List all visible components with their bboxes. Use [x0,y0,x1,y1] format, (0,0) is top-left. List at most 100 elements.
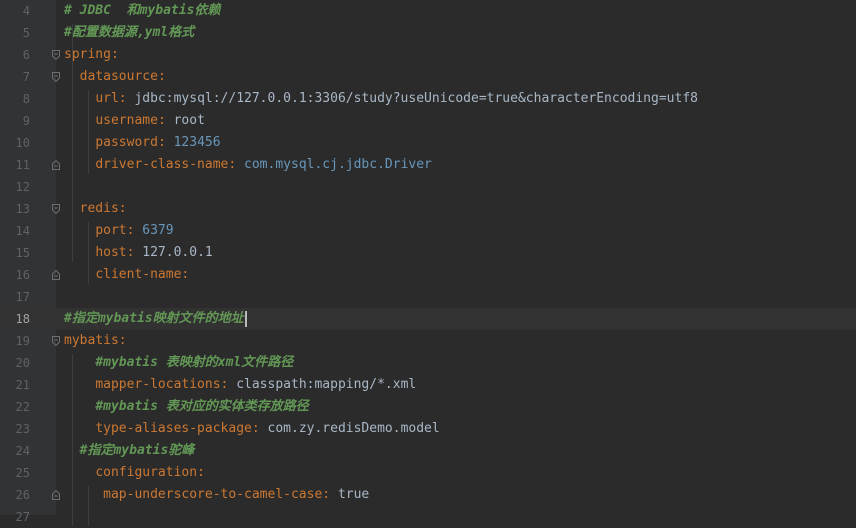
comment-line: # JDBC 和mybatis依赖 [64,0,220,22]
code-line[interactable]: 5 #配置数据源,yml格式 [0,22,856,44]
line-number: 6 [22,48,30,62]
line-number: 15 [15,246,30,260]
yaml-separator: : [110,47,119,62]
yaml-separator: : [118,333,127,348]
yaml-key: datasource [79,69,158,84]
code-line[interactable]: 14 port: 6379 [0,220,856,242]
comment-line: #mybatis 表映射的xml文件路径 [64,352,293,374]
fold-collapse-icon[interactable] [52,204,60,214]
code-line[interactable]: 7 datasource: [0,66,856,88]
code-line[interactable]: 26 map-underscore-to-camel-case: true [0,484,856,506]
yaml-value: com.zy.redisDemo.model [267,421,440,436]
fold-collapse-icon[interactable] [52,50,60,60]
indent-guide [72,354,73,526]
comment-line: #mybatis 表对应的实体类存放路径 [64,396,309,418]
code-line[interactable]: 21 mapper-locations: classpath:mapping/*… [0,374,856,396]
yaml-entry: username: root [64,110,205,132]
comment-text: # JDBC 和mybatis依赖 [64,3,221,18]
code-line[interactable]: 15 host: 127.0.0.1 [0,242,856,264]
yaml-entry: mybatis: [64,330,127,352]
line-number: 21 [15,378,30,392]
code-line[interactable]: 9 username: root [0,110,856,132]
yaml-separator: : [157,69,166,84]
code-line[interactable]: 4 # JDBC 和mybatis依赖 [0,0,856,22]
yaml-value: 6379 [142,223,174,238]
yaml-value: classpath:mapping/*.xml [236,377,417,392]
comment-text: #配置数据源,yml格式 [64,25,195,40]
line-number: 24 [15,444,30,458]
line-number: 12 [15,180,30,194]
comment-text: #指定mybatis驼峰 [79,443,195,458]
fold-end-icon[interactable] [52,270,60,280]
yaml-entry: datasource: [64,66,166,88]
yaml-separator: : [126,223,143,238]
line-number: 14 [15,224,30,238]
yaml-separator: : [126,245,143,260]
yaml-key: type-aliases-package [95,421,252,436]
code-line[interactable]: 27 [0,506,856,528]
indent-guide [88,90,89,174]
yaml-entry: url: jdbc:mysql://127.0.0.1:3306/study?u… [64,88,698,110]
yaml-entry: host: 127.0.0.1 [64,242,212,264]
line-number: 22 [15,400,30,414]
code-line[interactable]: 23 type-aliases-package: com.zy.redisDem… [0,418,856,440]
comment-text: #指定mybatis映射文件的地址 [64,311,244,326]
code-line[interactable]: 19 mybatis: [0,330,856,352]
indent-guide [88,222,89,284]
comment-line: #配置数据源,yml格式 [64,22,194,44]
line-number: 7 [22,70,30,84]
yaml-separator: : [228,157,245,172]
line-number: 13 [15,202,30,216]
yaml-separator: : [251,421,268,436]
yaml-value: 123456 [173,135,221,150]
code-line[interactable]: 13 redis: [0,198,856,220]
code-line[interactable]: 12 [0,176,856,198]
fold-collapse-icon[interactable] [52,336,60,346]
comment-text: #mybatis 表对应的实体类存放路径 [95,399,309,414]
fold-end-icon[interactable] [52,490,60,500]
line-number: 4 [22,4,30,18]
code-line[interactable]: 10 password: 123456 [0,132,856,154]
code-line[interactable]: 25 configuration: [0,462,856,484]
fold-end-icon[interactable] [52,160,60,170]
yaml-separator: : [157,113,174,128]
code-line[interactable]: 20 #mybatis 表映射的xml文件路径 [0,352,856,374]
code-line[interactable]: 22 #mybatis 表对应的实体类存放路径 [0,396,856,418]
line-number: 27 [15,510,30,524]
yaml-key: mapper-locations [95,377,221,392]
yaml-entry: client-name: [64,264,189,286]
code-line[interactable]: 6 spring: [0,44,856,66]
code-editor[interactable]: 4 # JDBC 和mybatis依赖 5 #配置数据源,yml格式 6 spring: 7… [0,0,856,526]
code-line[interactable]: 24 #指定mybatis驼峰 [0,440,856,462]
yaml-value: true [337,487,370,502]
yaml-separator: : [181,267,190,282]
fold-collapse-icon[interactable] [52,72,60,82]
line-number: 23 [15,422,30,436]
code-line[interactable]: 11 driver-class-name: com.mysql.cj.jdbc.… [0,154,856,176]
indent-guide [72,24,73,262]
line-number: 19 [15,334,30,348]
yaml-value: jdbc:mysql://127.0.0.1:3306/study?useUni… [134,91,698,106]
code-line[interactable]: 16 client-name: [0,264,856,286]
yaml-entry: configuration: [64,462,205,484]
comment-text: #mybatis 表映射的xml文件路径 [95,355,294,370]
code-line[interactable]: 8 url: jdbc:mysql://127.0.0.1:3306/study… [0,88,856,110]
yaml-key: host [95,245,127,260]
line-number: 25 [15,466,30,480]
yaml-separator: : [322,487,338,502]
line-number: 17 [15,290,30,304]
yaml-key: port [95,223,127,238]
code-line[interactable]: 17 [0,286,856,308]
yaml-key: configuration [95,465,198,480]
code-line[interactable]: 18 #指定mybatis映射文件的地址 [0,308,856,330]
